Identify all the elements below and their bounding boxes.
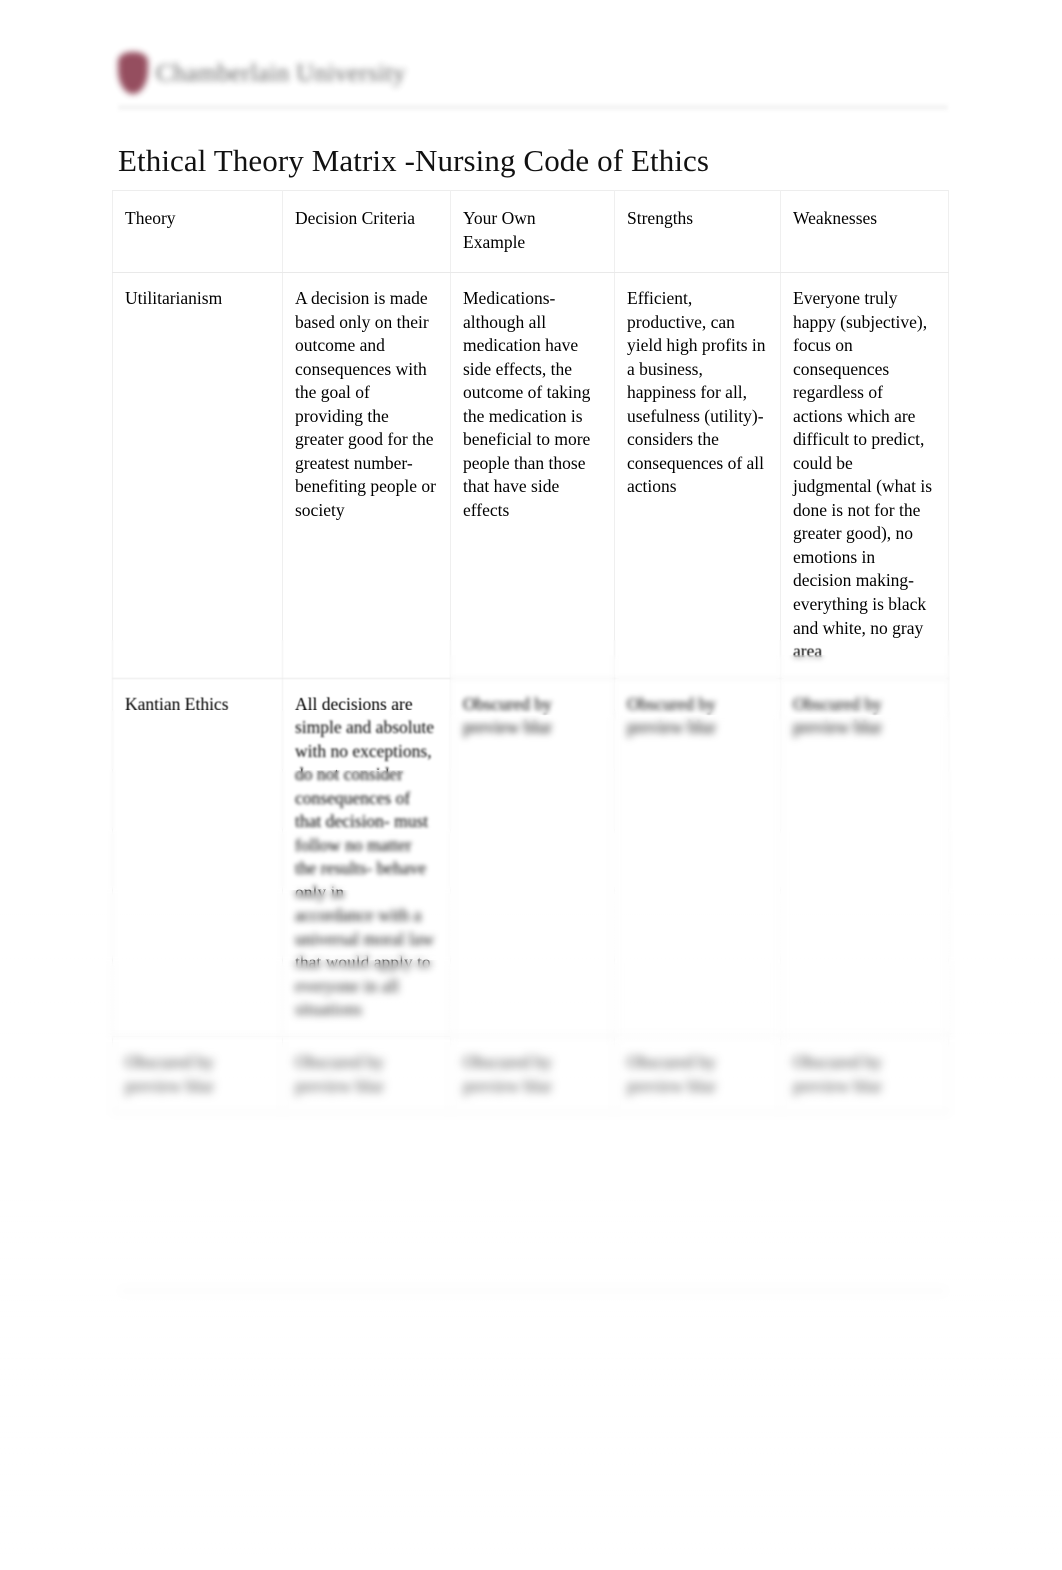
cell-decision-criteria: A decision is made based only on their o… (282, 272, 451, 679)
column-header-your-own-example: Your Own Example (450, 189, 615, 274)
cell-theory: Obscured by preview blur (112, 1035, 283, 1114)
table-row: Utilitarianism A decision is made based … (112, 272, 949, 679)
cell-strengths: Obscured by preview blur (614, 1035, 781, 1114)
column-header-theory: Theory (112, 189, 283, 274)
table-row: Obscured by preview blur Obscured by pre… (112, 1035, 949, 1114)
column-header-weaknesses: Weaknesses (780, 189, 949, 274)
cell-theory: Kantian Ethics (112, 677, 283, 1038)
cell-strengths: Obscured by preview blur (614, 677, 781, 1038)
cell-your-own-example: Medications- although all medication hav… (450, 272, 615, 679)
table-header-row: Theory Decision Criteria Your Own Exampl… (112, 189, 949, 274)
table-row: Kantian Ethics All decisions are simple … (112, 677, 949, 1038)
cell-weaknesses: Everyone truly happy (subjective), focus… (780, 272, 949, 679)
cell-your-own-example: Obscured by preview blur (450, 1035, 615, 1114)
cell-decision-criteria: Obscured by preview blur (282, 1035, 451, 1114)
column-header-decision-criteria: Decision Criteria (282, 189, 451, 274)
cell-your-own-example: Obscured by preview blur (450, 677, 615, 1038)
ethical-theory-matrix-table: Theory Decision Criteria Your Own Exampl… (112, 189, 949, 1114)
column-header-strengths: Strengths (614, 189, 781, 274)
logo-wordmark: Chamberlain University (156, 59, 406, 87)
cell-decision-criteria: All decisions are simple and absolute wi… (282, 677, 451, 1038)
cell-strengths: Efficient, productive, can yield high pr… (614, 272, 781, 679)
document-header: Chamberlain University (118, 52, 948, 108)
university-logo: Chamberlain University (118, 52, 948, 94)
header-divider (118, 104, 948, 111)
page-title: Ethical Theory Matrix -Nursing Code of E… (118, 142, 710, 178)
document-page: Chamberlain University Ethical Theory Ma… (0, 0, 1062, 1570)
shield-logo-icon (118, 52, 148, 94)
cell-weaknesses: Obscured by preview blur (780, 1035, 949, 1114)
footer-divider (118, 1287, 948, 1295)
cell-weaknesses: Obscured by preview blur (780, 677, 949, 1038)
cell-theory: Utilitarianism (112, 272, 283, 679)
